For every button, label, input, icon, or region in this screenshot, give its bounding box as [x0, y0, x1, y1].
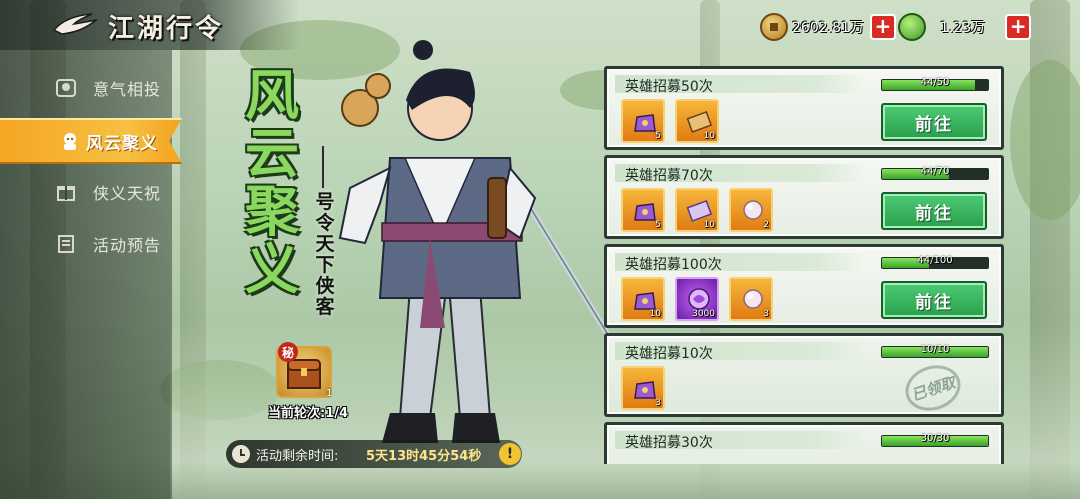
- go-button[interactable]: 前往: [881, 192, 987, 230]
- reward-qty: 10: [703, 220, 715, 230]
- jade-amount: 1.23万: [940, 20, 986, 36]
- sidebar: 意气相投 风云聚义 侠义天祝 活动预告: [0, 50, 182, 499]
- reward-qty: 5: [655, 220, 661, 230]
- sidebar-item-fengyun[interactable]: 风云聚义: [0, 118, 182, 164]
- go-button[interactable]: 前往: [881, 281, 987, 319]
- task-title: 英雄招募10次: [625, 346, 713, 362]
- page-title: 江湖行令: [108, 14, 225, 44]
- hero-icon: [58, 129, 82, 153]
- task-card: 英雄招募10次 10/10 3 已领取: [604, 333, 1004, 418]
- reward-item[interactable]: 5: [621, 188, 665, 232]
- progress-text: 44/70: [920, 166, 950, 177]
- currency-copper: 2602.81万 +: [760, 12, 896, 42]
- task-card: 英雄招募50次 44/50 5 10 前往: [604, 66, 1004, 150]
- header-bar: 江湖行令: [0, 0, 300, 50]
- info-warning-icon[interactable]: !: [499, 443, 521, 465]
- copper-amount: 2602.81万: [792, 20, 864, 36]
- reward-item[interactable]: 5: [621, 99, 665, 143]
- task-card: 英雄招募70次 44/70 5 10 2 前往: [604, 155, 1004, 239]
- hero-illustration: [338, 40, 610, 443]
- task-card: 英雄招募100次 44/100 10 3000 3 前往: [604, 244, 1004, 328]
- sidebar-item-yiqi[interactable]: 意气相投: [0, 68, 172, 108]
- reward-qty: 5: [655, 131, 661, 141]
- reward-item[interactable]: 2: [729, 188, 773, 232]
- task-card: 英雄招募30次 30/30: [604, 422, 1004, 464]
- progress-text: 30/30: [920, 433, 950, 444]
- sidebar-item-preview[interactable]: 活动预告: [0, 224, 172, 264]
- currency-jade: 1.23万 +: [898, 12, 1032, 42]
- progress-text: 44/50: [920, 77, 950, 88]
- reward-qty: 3: [655, 398, 661, 408]
- reward-qty: 3000: [692, 309, 715, 319]
- sidebar-item-xiayi[interactable]: 侠义天祝: [0, 172, 172, 212]
- task-title: 英雄招募100次: [625, 257, 722, 273]
- sidebar-item-label: 活动预告: [93, 236, 162, 255]
- reward-qty: 2: [763, 220, 769, 230]
- event-timer: 活动剩余时间: 5天13时45分54秒 !: [226, 440, 522, 468]
- reward-item[interactable]: 10: [675, 99, 719, 143]
- reward-item[interactable]: 10: [675, 188, 719, 232]
- sidebar-item-label: 风云聚义: [86, 133, 158, 154]
- task-title: 英雄招募70次: [625, 168, 713, 184]
- sidebar-item-label: 侠义天祝: [93, 184, 162, 203]
- reward-qty: 3: [763, 309, 769, 319]
- task-title: 英雄招募30次: [625, 435, 713, 451]
- task-title: 英雄招募50次: [625, 79, 713, 95]
- clock-icon: [232, 445, 250, 463]
- jade-icon: [898, 13, 926, 41]
- progress-text: 44/100: [917, 255, 953, 266]
- back-wing-icon[interactable]: [52, 10, 98, 38]
- copper-coin-icon: [760, 13, 788, 41]
- gift-icon: [54, 180, 78, 204]
- sidebar-item-label: 意气相投: [93, 80, 162, 99]
- event-title: 风云聚义: [245, 63, 299, 301]
- timer-value: 5天13时45分54秒: [366, 448, 482, 464]
- portrait-icon: [54, 76, 78, 100]
- scroll-icon: [54, 232, 78, 256]
- reward-item[interactable]: 10: [621, 277, 665, 321]
- round-reward-count: 1: [326, 388, 333, 399]
- timer-label: 活动剩余时间:: [256, 448, 339, 464]
- progress-text: 10/10: [920, 344, 950, 355]
- reward-qty: 10: [703, 131, 715, 141]
- add-copper-button[interactable]: +: [869, 14, 896, 40]
- reward-item[interactable]: 3: [729, 277, 773, 321]
- reward-item[interactable]: 3: [621, 366, 665, 410]
- reward-qty: 10: [649, 309, 661, 319]
- add-jade-button[interactable]: +: [1005, 14, 1032, 40]
- reward-item[interactable]: 3000: [675, 277, 719, 321]
- claimed-stamp: 已领取: [899, 358, 967, 418]
- secret-badge: 秘: [278, 342, 298, 362]
- task-list[interactable]: 英雄招募50次 44/50 5 10 前往 英雄招募70次 44/70 5 10…: [604, 66, 1004, 464]
- go-button[interactable]: 前往: [881, 103, 987, 141]
- current-round-label: 当前轮次:1/4: [268, 406, 349, 421]
